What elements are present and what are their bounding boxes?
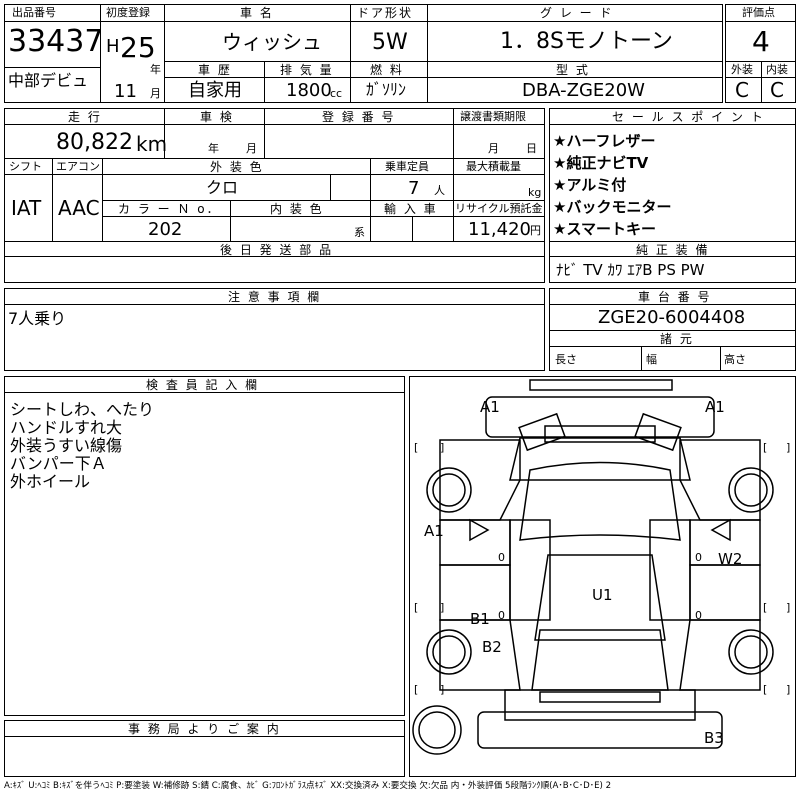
- diagram-zero: 0: [498, 551, 505, 564]
- diagram-bracket: [: [414, 601, 419, 614]
- diagram-bracket: [: [414, 683, 419, 696]
- damage-a1-front-right: A1: [705, 398, 725, 416]
- damage-a1-front-left: A1: [480, 398, 500, 416]
- diagram-bracket: [: [763, 601, 768, 614]
- car-diagram: [412, 379, 774, 755]
- damage-a1-side: A1: [424, 522, 444, 540]
- legend-text: A:ｷｽﾞ U:ﾍｺﾐ B:ｷｽﾞを伴うﾍｺﾐ P:要塗装 W:補修跡 S:錆 …: [4, 781, 612, 791]
- diagram-bracket: ]: [440, 441, 445, 454]
- diagram-bracket: ]: [440, 601, 445, 614]
- damage-u1: U1: [592, 586, 613, 604]
- diagram-bracket: [: [414, 441, 419, 454]
- damage-b2: B2: [482, 638, 502, 656]
- diagram-bracket: ]: [786, 601, 791, 614]
- damage-b3: B3: [704, 729, 724, 747]
- damage-w2: W2: [718, 550, 743, 568]
- diagram-bracket: ]: [786, 441, 791, 454]
- diagram-zero: 0: [498, 609, 505, 622]
- diagram-bracket: ]: [786, 683, 791, 696]
- diagram-bracket: [: [763, 441, 768, 454]
- diagram-bracket: [: [763, 683, 768, 696]
- diagram-zero: 0: [695, 551, 702, 564]
- diagram-bracket: ]: [440, 683, 445, 696]
- damage-b1: B1: [470, 610, 490, 628]
- diagram-zero: 0: [695, 609, 702, 622]
